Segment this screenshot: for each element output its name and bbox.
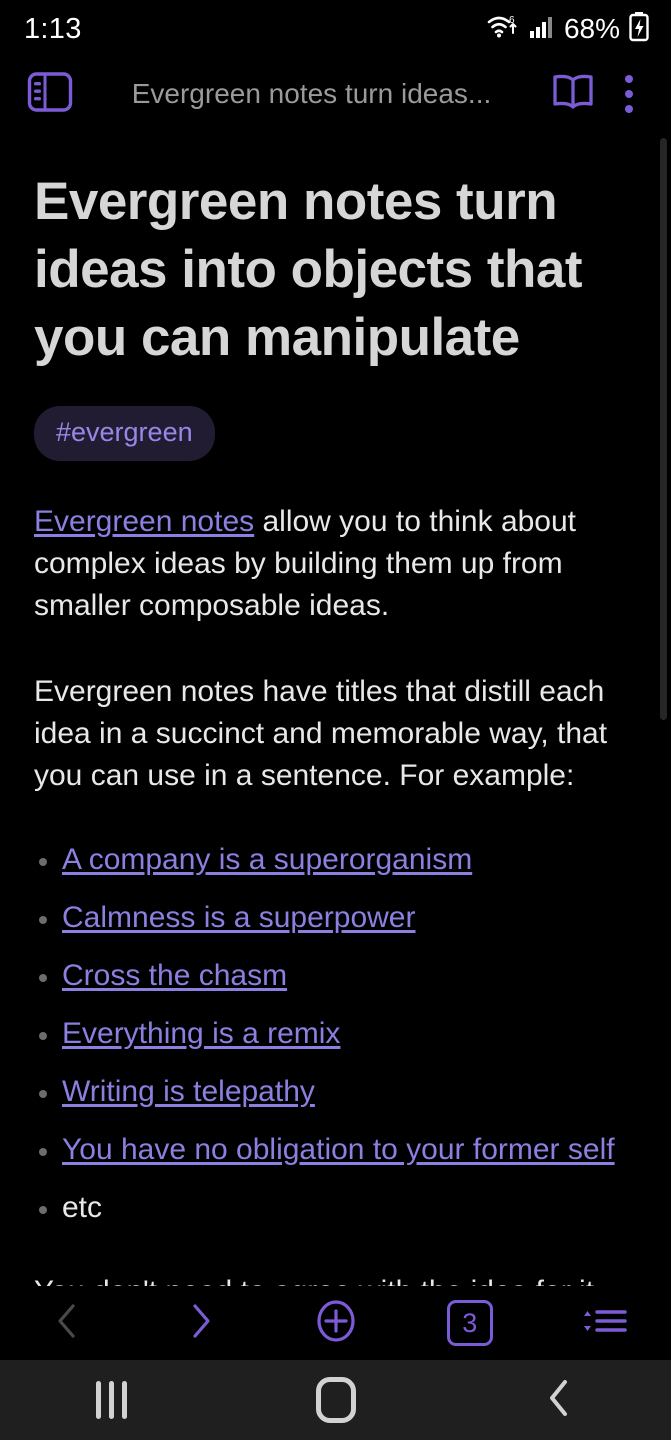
chevron-right-icon — [184, 1300, 218, 1347]
note-content: Evergreen notes turn ideas into objects … — [0, 130, 671, 1286]
battery-charging-icon — [629, 11, 649, 47]
android-back-button[interactable] — [447, 1360, 671, 1440]
tab-count-badge: 3 — [446, 1300, 493, 1346]
chevron-left-icon — [50, 1300, 84, 1347]
paragraph-2: Evergreen notes have titles that distill… — [34, 675, 608, 792]
browser-bottom-toolbar: 3 — [0, 1286, 671, 1360]
inline-link-evergreen-notes[interactable]: Evergreen notes — [34, 505, 254, 538]
battery-percent-label: 68% — [563, 13, 620, 44]
list-link[interactable]: Calmness is a superpower — [62, 901, 415, 934]
phone-screen: 1:13 6 68% Evergreen notes turn ideas...… — [0, 0, 671, 1440]
reader-mode-button[interactable] — [545, 66, 601, 122]
nav-back-button[interactable] — [0, 1286, 134, 1360]
status-clock: 1:13 — [24, 12, 82, 45]
paragraph-1: Evergreen notes allow you to think about… — [34, 501, 637, 627]
wifi-6-icon: 6 — [486, 13, 520, 46]
list-item: etc — [34, 1187, 637, 1229]
list-item-text: etc — [62, 1191, 103, 1224]
list-item: Cross the chasm — [34, 955, 637, 997]
example-list: A company is a superorganism Calmness is… — [34, 839, 637, 1229]
recents-icon — [96, 1381, 128, 1419]
tag-row: #evergreen — [34, 406, 637, 461]
kebab-menu-icon — [625, 75, 633, 113]
android-home-button[interactable] — [224, 1360, 448, 1440]
page-title[interactable]: Evergreen notes turn ideas... — [78, 78, 545, 110]
list-item: Everything is a remix — [34, 1013, 637, 1055]
android-navigation-bar — [0, 1360, 671, 1440]
nav-forward-button[interactable] — [134, 1286, 268, 1360]
sort-button[interactable] — [537, 1286, 671, 1360]
tag-chip-evergreen[interactable]: #evergreen — [34, 406, 215, 461]
list-item: Calmness is a superpower — [34, 897, 637, 939]
list-item: Writing is telepathy — [34, 1071, 637, 1113]
app-toolbar: Evergreen notes turn ideas... — [0, 58, 671, 130]
scrollbar-thumb[interactable] — [660, 138, 667, 720]
overflow-menu-button[interactable] — [601, 66, 657, 122]
list-link[interactable]: Everything is a remix — [62, 1017, 340, 1050]
cellular-signal-icon — [529, 15, 555, 44]
plus-circle-icon — [310, 1295, 362, 1352]
new-tab-button[interactable] — [268, 1286, 402, 1360]
sidebar-toggle-button[interactable] — [22, 66, 78, 122]
scrollbar[interactable] — [659, 130, 671, 1286]
open-book-icon — [549, 71, 597, 118]
list-item: You have no obligation to your former se… — [34, 1129, 637, 1171]
list-item: A company is a superorganism — [34, 839, 637, 881]
android-recents-button[interactable] — [0, 1360, 224, 1440]
list-link[interactable]: Cross the chasm — [62, 959, 287, 992]
status-indicators: 6 68% — [486, 11, 649, 47]
paragraph-3-clipped: You don't need to agree with the idea fo… — [34, 1271, 637, 1286]
list-link[interactable]: You have no obligation to your former se… — [62, 1133, 615, 1166]
sidebar-toggle-icon — [27, 71, 73, 118]
home-icon — [315, 1377, 356, 1423]
sort-list-icon — [575, 1300, 633, 1347]
android-back-icon — [543, 1376, 575, 1425]
note-title: Evergreen notes turn ideas into objects … — [34, 172, 583, 367]
tab-switcher-button[interactable]: 3 — [403, 1286, 537, 1360]
list-link[interactable]: Writing is telepathy — [62, 1075, 315, 1108]
status-bar: 1:13 6 68% — [0, 0, 671, 58]
list-link[interactable]: A company is a superorganism — [62, 843, 472, 876]
